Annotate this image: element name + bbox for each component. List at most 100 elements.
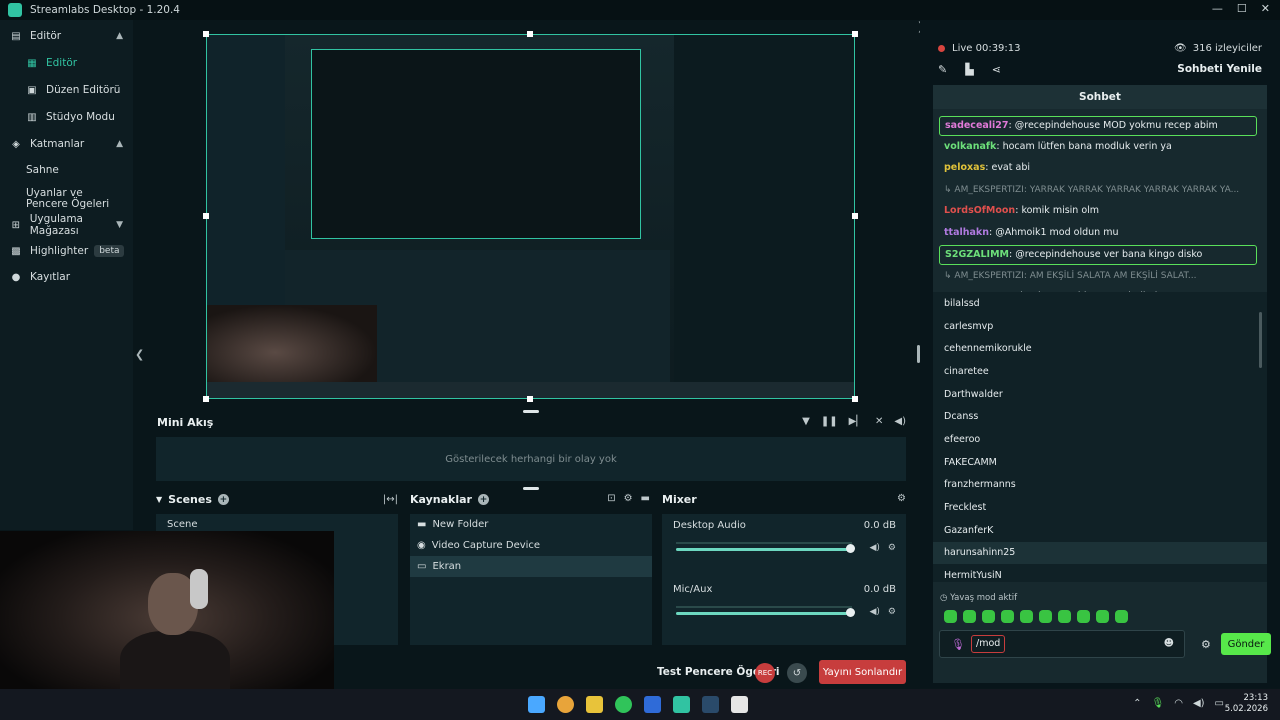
resize-handle[interactable] — [203, 213, 209, 219]
user-list-item[interactable]: FAKECAMM — [933, 451, 1267, 474]
windows-start-icon[interactable] — [528, 696, 545, 713]
share-icon[interactable]: ⋖ — [992, 63, 1001, 76]
scrollbar[interactable] — [1259, 312, 1262, 368]
chevron-left-icon[interactable]: ❮ — [135, 348, 144, 361]
resize-handle[interactable] — [203, 396, 209, 402]
edit-icon[interactable]: ✎ — [938, 63, 947, 76]
emote-icon[interactable] — [1096, 610, 1109, 623]
chrome-icon[interactable] — [557, 696, 574, 713]
wifi-icon[interactable]: ◠ — [1174, 698, 1183, 709]
emote-icon[interactable] — [1058, 610, 1071, 623]
record-button[interactable]: REC — [755, 663, 775, 683]
app-icon[interactable] — [731, 696, 748, 713]
volume-knob[interactable] — [846, 544, 855, 553]
user-list-item[interactable]: Darthwalder — [933, 383, 1267, 406]
resize-handle[interactable] — [203, 31, 209, 37]
emote-icon[interactable] — [1020, 610, 1033, 623]
resize-handle[interactable] — [852, 396, 858, 402]
emote-icon[interactable] — [963, 610, 976, 623]
emote-icon[interactable] — [1001, 610, 1014, 623]
replay-buffer-icon[interactable]: ↺ — [787, 663, 807, 683]
user-list-item[interactable]: carlesmvp — [933, 315, 1267, 338]
add-source-icon[interactable]: + — [477, 494, 489, 505]
volume-icon[interactable]: ◀) — [894, 416, 906, 427]
clip-icon[interactable]: ▙ — [965, 63, 973, 76]
gear-icon[interactable]: ⚙ — [888, 607, 896, 617]
emote-icon[interactable] — [1077, 610, 1090, 623]
volume-knob[interactable] — [846, 608, 855, 617]
add-folder-icon[interactable]: ⊡ — [607, 493, 615, 504]
taskbar-clock[interactable]: 23:13 5.02.2026 — [1225, 693, 1268, 715]
microphone-icon[interactable]: 🎙 — [1152, 698, 1165, 709]
add-scene-icon[interactable]: + — [217, 494, 229, 505]
maximize-icon[interactable]: ☐ — [1237, 2, 1247, 15]
gear-icon[interactable]: ⚙ — [897, 493, 906, 504]
user-list-item[interactable]: franzhermanns — [933, 474, 1267, 497]
volume-slider[interactable] — [676, 612, 852, 615]
settings-icon[interactable]: ⚙ — [624, 493, 633, 504]
file-explorer-icon[interactable] — [586, 696, 603, 713]
end-stream-button[interactable]: Yayını Sonlandır — [819, 660, 906, 684]
microphone-icon[interactable]: 🎙 — [951, 638, 965, 651]
scene-transition-icon[interactable]: |↔| — [383, 494, 398, 505]
chat-username[interactable]: S2GZALIMM — [945, 249, 1009, 260]
sidebar-item-window-items[interactable]: Uyanlar ve Pencere Ögeleri — [0, 184, 110, 214]
speaker-icon[interactable]: ◀) — [869, 607, 879, 617]
sidebar-item-app-store[interactable]: ⊞ Uygulama Mağazası ▼ — [0, 213, 133, 237]
send-button[interactable]: Gönder — [1221, 633, 1271, 655]
chat-username[interactable]: ttalhakn — [944, 227, 989, 238]
user-list-item[interactable]: Dcanss — [933, 405, 1267, 428]
word-icon[interactable] — [644, 696, 661, 713]
folder-icon[interactable]: ▬ — [641, 493, 650, 504]
close-icon[interactable]: ✕ — [1261, 2, 1270, 15]
stream-preview-canvas[interactable] — [206, 34, 855, 399]
chat-input-value[interactable]: /mod — [971, 635, 1006, 653]
streamlabs-icon[interactable] — [673, 696, 690, 713]
user-list-item[interactable]: harunsahinn25 — [933, 541, 1267, 565]
user-list-item[interactable]: cehennemikorukle — [933, 337, 1267, 360]
sidebar-item-highlighter[interactable]: ▩ Highlighter beta — [0, 239, 133, 263]
sidebar-group-layers[interactable]: ◈ Katmanlar ▲ — [0, 132, 133, 156]
sidebar-group-editor[interactable]: ▤ Editör ▲ — [0, 24, 133, 48]
emote-icon[interactable] — [1039, 610, 1052, 623]
user-list-item[interactable]: cinaretee — [933, 360, 1267, 383]
spotify-icon[interactable] — [615, 696, 632, 713]
source-item[interactable]: ▬ New Folder — [410, 514, 652, 535]
chat-username[interactable]: LordsOfMoon — [944, 205, 1015, 216]
user-list-item[interactable]: efeeroo — [933, 428, 1267, 451]
user-list-item[interactable]: bilalssd — [933, 292, 1267, 315]
steam-icon[interactable] — [702, 696, 719, 713]
source-item[interactable]: ◉ Video Capture Device — [410, 535, 652, 556]
emote-icon[interactable] — [982, 610, 995, 623]
user-list-item[interactable]: HermitYusiN — [933, 564, 1267, 587]
resize-handle[interactable] — [852, 213, 858, 219]
speaker-icon[interactable]: ◀) — [869, 543, 879, 553]
minimize-icon[interactable]: — — [1212, 2, 1223, 15]
skip-icon[interactable]: ▶▏ — [849, 416, 864, 427]
chat-username[interactable]: volkanafk — [944, 141, 996, 152]
user-list-item[interactable]: Frecklest — [933, 496, 1267, 519]
gear-icon[interactable]: ⚙ — [888, 543, 896, 553]
emoji-icon[interactable]: ☻ — [1164, 638, 1174, 649]
mute-alerts-icon[interactable]: ✕ — [875, 416, 883, 427]
source-item-selected[interactable]: ▭ Ekran — [410, 556, 652, 577]
user-list-item[interactable]: GazanferK — [933, 519, 1267, 542]
pause-icon[interactable]: ❚❚ — [821, 416, 838, 427]
chevron-down-icon[interactable]: ▼ — [156, 495, 162, 504]
refresh-chat-button[interactable]: Sohbeti Yenile — [1177, 63, 1262, 75]
volume-slider[interactable] — [676, 548, 852, 551]
emote-icon[interactable] — [1115, 610, 1128, 623]
sidebar-item-layout-editor[interactable]: ▣ Düzen Editörü — [0, 78, 133, 102]
chevron-up-icon[interactable]: ⌃ — [1133, 698, 1141, 709]
chat-username[interactable]: sadeceali27 — [945, 120, 1009, 131]
chat-settings-icon[interactable]: ⚙ — [1201, 638, 1211, 651]
sidebar-item-recordings[interactable]: ● Kayıtlar — [0, 265, 133, 289]
sidebar-item-scene[interactable]: Sahne — [0, 158, 133, 182]
resize-handle[interactable] — [527, 31, 533, 37]
resize-handle[interactable] — [852, 31, 858, 37]
filter-icon[interactable]: ▼ — [802, 416, 810, 427]
chat-username[interactable]: peloxas — [944, 162, 985, 173]
volume-icon[interactable]: ◀) — [1193, 698, 1205, 709]
battery-icon[interactable]: ▭ — [1215, 698, 1224, 709]
sidebar-item-editor[interactable]: ▦ Editör — [0, 51, 133, 75]
